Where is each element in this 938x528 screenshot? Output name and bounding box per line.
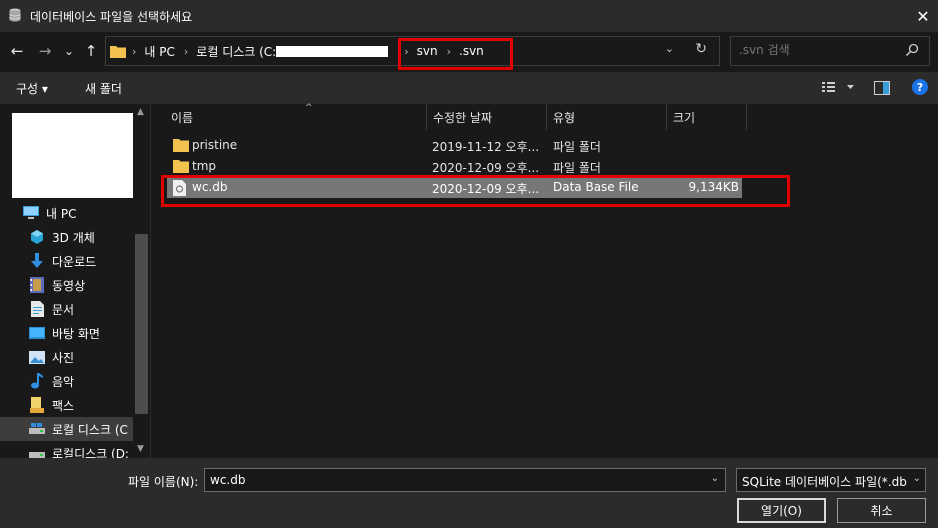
highlight-box-selected-file — [161, 175, 790, 207]
file-row-tmp[interactable]: tmp 2020-12-09 오후... 파일 폴더 — [167, 157, 742, 177]
navigation-scrollbar[interactable]: ▲ ▼ — [133, 104, 150, 458]
dialog-footer: 파일 이름(N): ⌄ SQLite 데이터베이스 파일(*.db ⌄ 열기(O… — [0, 458, 938, 528]
back-button[interactable]: ← — [8, 40, 26, 62]
file-modified: 2020-12-09 오후... — [432, 161, 540, 175]
breadcrumb-my-pc[interactable]: 내 PC — [144, 43, 174, 60]
new-folder-button[interactable]: 새 폴더 — [85, 80, 122, 97]
file-name: tmp — [192, 159, 217, 173]
preview-thumbnail — [12, 113, 134, 198]
breadcrumb-separator: › — [183, 44, 189, 58]
chevron-down-icon[interactable]: ⌄ — [665, 42, 674, 55]
fax-icon — [28, 396, 46, 414]
desktop-icon — [28, 324, 46, 342]
document-icon — [28, 300, 46, 318]
sidebar-item-videos[interactable]: 동영상 — [0, 273, 133, 297]
filename-combobox[interactable]: ⌄ — [204, 468, 726, 492]
window-title: 데이터베이스 파일을 선택하세요 — [30, 10, 193, 24]
sidebar-item-local-disk-c[interactable]: 로컬 디스크 (C — [0, 417, 133, 441]
sidebar-item-desktop[interactable]: 바탕 화면 — [0, 321, 133, 345]
sidebar-item-3d-objects[interactable]: 3D 개체 — [0, 225, 133, 249]
file-type: 파일 폴더 — [553, 140, 601, 154]
recent-locations-button[interactable]: ⌄ — [62, 40, 76, 62]
preview-pane-icon[interactable] — [874, 81, 890, 95]
highlight-box-path — [398, 38, 513, 70]
sidebar-item-local-disk-d[interactable]: 로컬디스크 (D: — [0, 441, 133, 458]
database-icon — [9, 8, 21, 22]
picture-icon — [28, 348, 46, 366]
sort-ascending-icon: ^ — [305, 103, 313, 113]
view-options-icon[interactable] — [822, 82, 856, 94]
folder-icon — [110, 46, 126, 58]
breadcrumb-local-disk[interactable]: 로컬 디스크 (C: — [196, 43, 276, 60]
help-icon[interactable]: ? — [912, 79, 928, 95]
sidebar-item-documents[interactable]: 문서 — [0, 297, 133, 321]
file-type: 파일 폴더 — [553, 161, 601, 175]
chevron-down-icon[interactable]: ⌄ — [912, 473, 921, 484]
filename-label: 파일 이름(N): — [128, 475, 199, 489]
redacted-path — [276, 45, 389, 57]
column-header-size[interactable]: 크기 — [667, 104, 747, 130]
music-icon — [28, 372, 46, 390]
refresh-button[interactable]: ↻ — [695, 41, 707, 57]
cube-icon — [28, 228, 46, 246]
filename-input[interactable] — [210, 473, 690, 487]
up-button[interactable]: ↑ — [82, 40, 100, 62]
filetype-value: SQLite 데이터베이스 파일(*.db — [742, 475, 907, 489]
open-button[interactable]: 열기(O) — [737, 498, 826, 523]
cancel-button[interactable]: 취소 — [837, 498, 926, 523]
drive-icon — [28, 420, 46, 438]
column-header-modified[interactable]: 수정한 날짜 — [427, 104, 547, 130]
video-icon — [28, 276, 46, 294]
chevron-down-icon[interactable]: ⌄ — [711, 473, 719, 484]
sidebar-item-fax[interactable]: 팩스 — [0, 393, 133, 417]
scroll-up-icon[interactable]: ▲ — [137, 107, 144, 117]
folder-icon — [173, 160, 189, 173]
navigation-pane: 내 PC 3D 개체 다운로드 동영상 문서 바탕 화면 사진 음악 팩스 로컬… — [0, 104, 150, 458]
column-header-name[interactable]: 이름 ^ — [165, 103, 427, 130]
file-modified: 2019-11-12 오후... — [432, 140, 540, 154]
search-box[interactable] — [730, 36, 930, 66]
sidebar-item-music[interactable]: 음악 — [0, 369, 133, 393]
filetype-select[interactable]: SQLite 데이터베이스 파일(*.db ⌄ — [736, 468, 926, 492]
command-bar: 구성 ▾ 새 폴더 ? — [0, 72, 938, 104]
title-bar: 데이터베이스 파일을 선택하세요 ✕ — [0, 0, 938, 32]
sidebar-item-pictures[interactable]: 사진 — [0, 345, 133, 369]
search-input[interactable] — [739, 43, 899, 57]
search-icon — [905, 43, 919, 57]
download-icon — [28, 252, 46, 270]
file-row-pristine[interactable]: pristine 2019-11-12 오후... 파일 폴더 — [167, 136, 742, 156]
computer-icon — [22, 204, 40, 222]
drive-icon — [28, 444, 46, 458]
sidebar-item-my-pc[interactable]: 내 PC — [0, 201, 133, 225]
sidebar-item-downloads[interactable]: 다운로드 — [0, 249, 133, 273]
file-name: pristine — [192, 138, 238, 152]
scrollbar-thumb[interactable] — [135, 234, 148, 414]
folder-icon — [173, 139, 189, 152]
close-button[interactable]: ✕ — [908, 0, 938, 32]
scroll-down-icon[interactable]: ▼ — [137, 444, 144, 454]
breadcrumb-separator: › — [132, 44, 137, 58]
forward-button[interactable]: → — [36, 40, 54, 62]
column-header-type[interactable]: 유형 — [547, 104, 667, 130]
organize-button[interactable]: 구성 ▾ — [16, 80, 48, 97]
file-list: 이름 ^ 수정한 날짜 유형 크기 pristine 2019-11-12 오후… — [150, 103, 938, 458]
